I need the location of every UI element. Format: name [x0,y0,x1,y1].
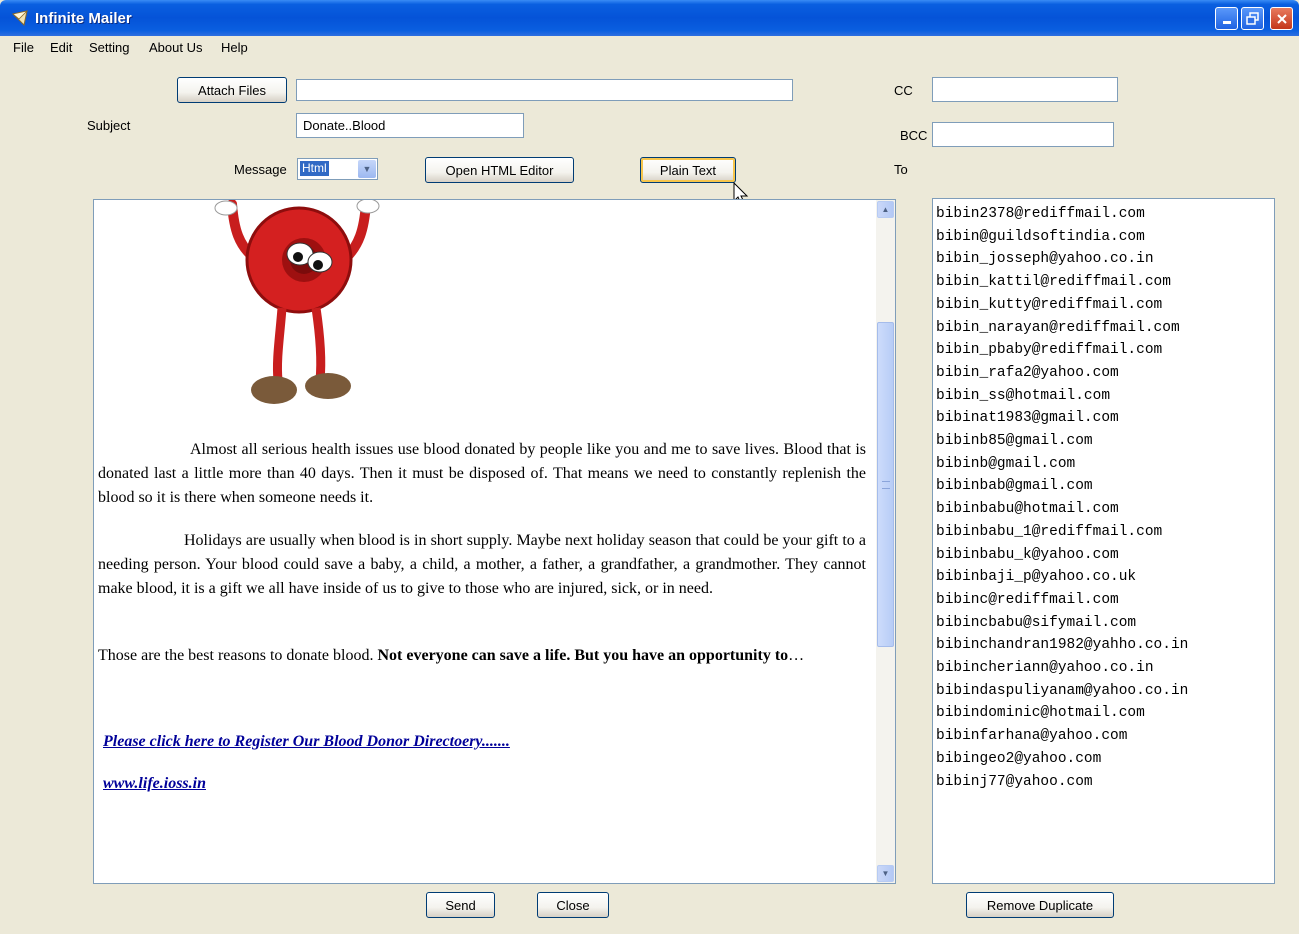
recipient-item[interactable]: bibin@guildsoftindia.com [933,226,1274,249]
maximize-button[interactable] [1241,7,1264,30]
subject-label: Subject [87,118,131,133]
close-icon [1276,13,1287,24]
attach-files-button[interactable]: Attach Files [177,77,287,103]
menu-setting[interactable]: Setting [89,40,129,55]
recipient-item[interactable]: bibinbabu_1@rediffmail.com [933,521,1274,544]
chevron-down-icon[interactable]: ▼ [358,160,376,178]
message-type-value: Html [300,161,329,176]
recipient-item[interactable]: bibinb85@gmail.com [933,430,1274,453]
bcc-field[interactable] [932,122,1114,147]
recipient-item[interactable]: bibincheriann@yahoo.co.in [933,657,1274,680]
website-link[interactable]: www.life.ioss.in [103,775,206,792]
cc-label: CC [894,83,913,98]
message-body[interactable]: Almost all serious health issues use blo… [98,438,866,796]
open-html-editor-button[interactable]: Open HTML Editor [425,157,574,183]
editor-scrollbar[interactable]: ▲ ▼ [876,200,895,883]
remove-duplicate-button[interactable]: Remove Duplicate [966,892,1114,918]
cc-field[interactable] [932,77,1118,102]
maximize-icon [1246,12,1259,25]
body-paragraph-2: Holidays are usually when blood is in sh… [98,532,866,597]
plain-text-button[interactable]: Plain Text [640,157,736,183]
grip-icon [882,481,890,489]
title-bar: Infinite Mailer [0,0,1299,36]
recipient-item[interactable]: bibindominic@hotmail.com [933,702,1274,725]
menu-about-us[interactable]: About Us [149,40,202,55]
recipient-item[interactable]: bibinat1983@gmail.com [933,407,1274,430]
recipient-item[interactable]: bibindaspuliyanam@yahoo.co.in [933,680,1274,703]
register-donor-link[interactable]: Please click here to Register Our Blood … [103,733,510,750]
recipient-item[interactable]: bibin_kutty@rediffmail.com [933,294,1274,317]
to-label: To [894,162,908,177]
recipient-item[interactable]: bibinbab@gmail.com [933,475,1274,498]
recipient-item[interactable]: bibinc@rediffmail.com [933,589,1274,612]
subject-field[interactable]: Donate..Blood [296,113,524,138]
scroll-down-icon[interactable]: ▼ [877,865,894,882]
close-dialog-button[interactable]: Close [537,892,609,918]
recipient-item[interactable]: bibin_ss@hotmail.com [933,385,1274,408]
scroll-thumb[interactable] [877,322,894,647]
recipient-item[interactable]: bibinfarhana@yahoo.com [933,725,1274,748]
scroll-up-icon[interactable]: ▲ [877,201,894,218]
recipient-item[interactable]: bibincbabu@sifymail.com [933,612,1274,635]
send-button[interactable]: Send [426,892,495,918]
recipient-item[interactable]: bibinbabu@hotmail.com [933,498,1274,521]
menu-bar: File Edit Setting About Us Help [0,36,1299,58]
recipient-list[interactable]: bibin2378@rediffmail.com bibin@guildsofti… [932,198,1275,884]
body-paragraph-3-tail: … [788,647,805,664]
blood-drop-mascot-image [214,200,380,404]
menu-help[interactable]: Help [221,40,248,55]
app-icon [12,10,28,26]
menu-file[interactable]: File [13,40,34,55]
message-type-select[interactable]: Html ▼ [297,158,378,180]
minimize-button[interactable] [1215,7,1238,30]
body-paragraph-3-text: Those are the best reasons to donate blo… [98,647,378,664]
recipient-item[interactable]: bibinj77@yahoo.com [933,771,1274,794]
recipient-item[interactable]: bibinbaji_p@yahoo.co.uk [933,566,1274,589]
window-title: Infinite Mailer [35,10,132,27]
recipient-item[interactable]: bibin_pbaby@rediffmail.com [933,339,1274,362]
recipient-item[interactable]: bibingeo2@yahoo.com [933,748,1274,771]
recipient-item[interactable]: bibin_josseph@yahoo.co.in [933,248,1274,271]
recipient-item[interactable]: bibinbabu_k@yahoo.com [933,544,1274,567]
recipient-item[interactable]: bibinb@gmail.com [933,453,1274,476]
body-paragraph-3: Those are the best reasons to donate blo… [98,644,866,668]
message-editor[interactable]: Almost all serious health issues use blo… [93,199,896,884]
close-button[interactable] [1270,7,1293,30]
menu-edit[interactable]: Edit [50,40,72,55]
recipient-item[interactable]: bibin2378@rediffmail.com [933,203,1274,226]
recipient-item[interactable]: bibin_rafa2@yahoo.com [933,362,1274,385]
body-paragraph-1: Almost all serious health issues use blo… [98,441,866,506]
attachment-field[interactable] [296,79,793,101]
message-label: Message [234,162,287,177]
recipient-item[interactable]: bibin_narayan@rediffmail.com [933,317,1274,340]
bcc-label: BCC [900,128,928,143]
minimize-icon [1222,21,1231,24]
recipient-item[interactable]: bibinchandran1982@yahho.co.in [933,634,1274,657]
body-paragraph-3-bold: Not everyone can save a life. But you ha… [377,647,789,664]
recipient-item[interactable]: bibin_kattil@rediffmail.com [933,271,1274,294]
